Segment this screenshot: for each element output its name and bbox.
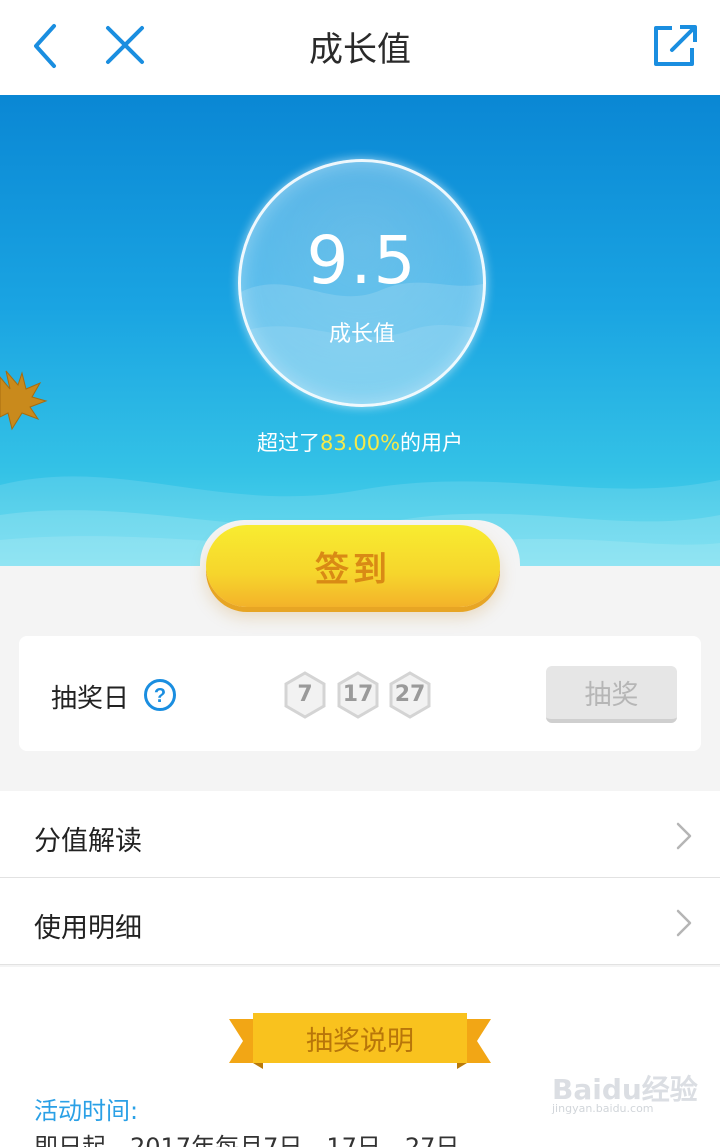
top-navigation-bar: 成长值 xyxy=(0,0,720,95)
draw-button[interactable]: 抽奖 xyxy=(546,666,677,723)
chevron-right-icon xyxy=(676,909,692,937)
chevron-right-icon xyxy=(676,822,692,850)
growth-score-value: 9.5 xyxy=(306,222,418,299)
menu-item-label: 使用明细 xyxy=(34,913,142,944)
activity-time-text: 即日起，2017年每月7日，17日，27日 xyxy=(34,1133,460,1147)
lottery-day-number: 7 xyxy=(297,682,313,707)
svg-text:?: ? xyxy=(154,685,166,707)
growth-hero-banner: 9.5 成长值 超过了83.00%的用户 xyxy=(0,95,720,566)
lottery-day-number: 17 xyxy=(342,682,374,707)
lottery-rules-section: 抽奖说明 活动时间: 即日起，2017年每月7日，17日，27日 xyxy=(0,967,720,1147)
page-title: 成长值 xyxy=(309,30,411,70)
rank-text: 超过了83.00%的用户 xyxy=(0,427,720,457)
growth-score-bubble: 9.5 成长值 xyxy=(238,159,486,407)
menu-item-usage-details[interactable]: 使用明细 xyxy=(0,878,720,965)
activity-time-label: 活动时间: xyxy=(34,1097,139,1125)
rank-percent: 83.00% xyxy=(319,431,401,455)
growth-score-label: 成长值 xyxy=(328,322,395,347)
menu-list: 分值解读 使用明细 xyxy=(0,791,720,965)
lottery-day-label: 抽奖日 xyxy=(51,684,130,714)
lottery-day-badge: 17 xyxy=(335,670,381,720)
rank-suffix: 的用户 xyxy=(400,431,464,455)
menu-item-score-explanation[interactable]: 分值解读 xyxy=(0,791,720,878)
signin-button[interactable]: 签到 xyxy=(206,525,500,607)
lottery-day-number: 27 xyxy=(394,682,426,707)
baidu-watermark: Baidu经验 jingyan.baidu.com xyxy=(548,1068,698,1116)
share-button[interactable] xyxy=(648,18,704,74)
question-icon: ? xyxy=(144,679,176,711)
rules-title: 抽奖说明 xyxy=(306,1026,414,1057)
rank-prefix: 超过了 xyxy=(256,431,320,455)
menu-item-label: 分值解读 xyxy=(34,826,142,857)
lottery-day-badge: 27 xyxy=(387,670,433,720)
lottery-day-badge: 7 xyxy=(282,670,328,720)
help-button[interactable]: ? xyxy=(143,678,177,712)
watermark-sub-text: jingyan.baidu.com xyxy=(552,1102,654,1115)
lottery-card: 抽奖日 ? 7 17 27 抽奖 xyxy=(19,636,701,751)
share-external-icon xyxy=(654,25,697,66)
